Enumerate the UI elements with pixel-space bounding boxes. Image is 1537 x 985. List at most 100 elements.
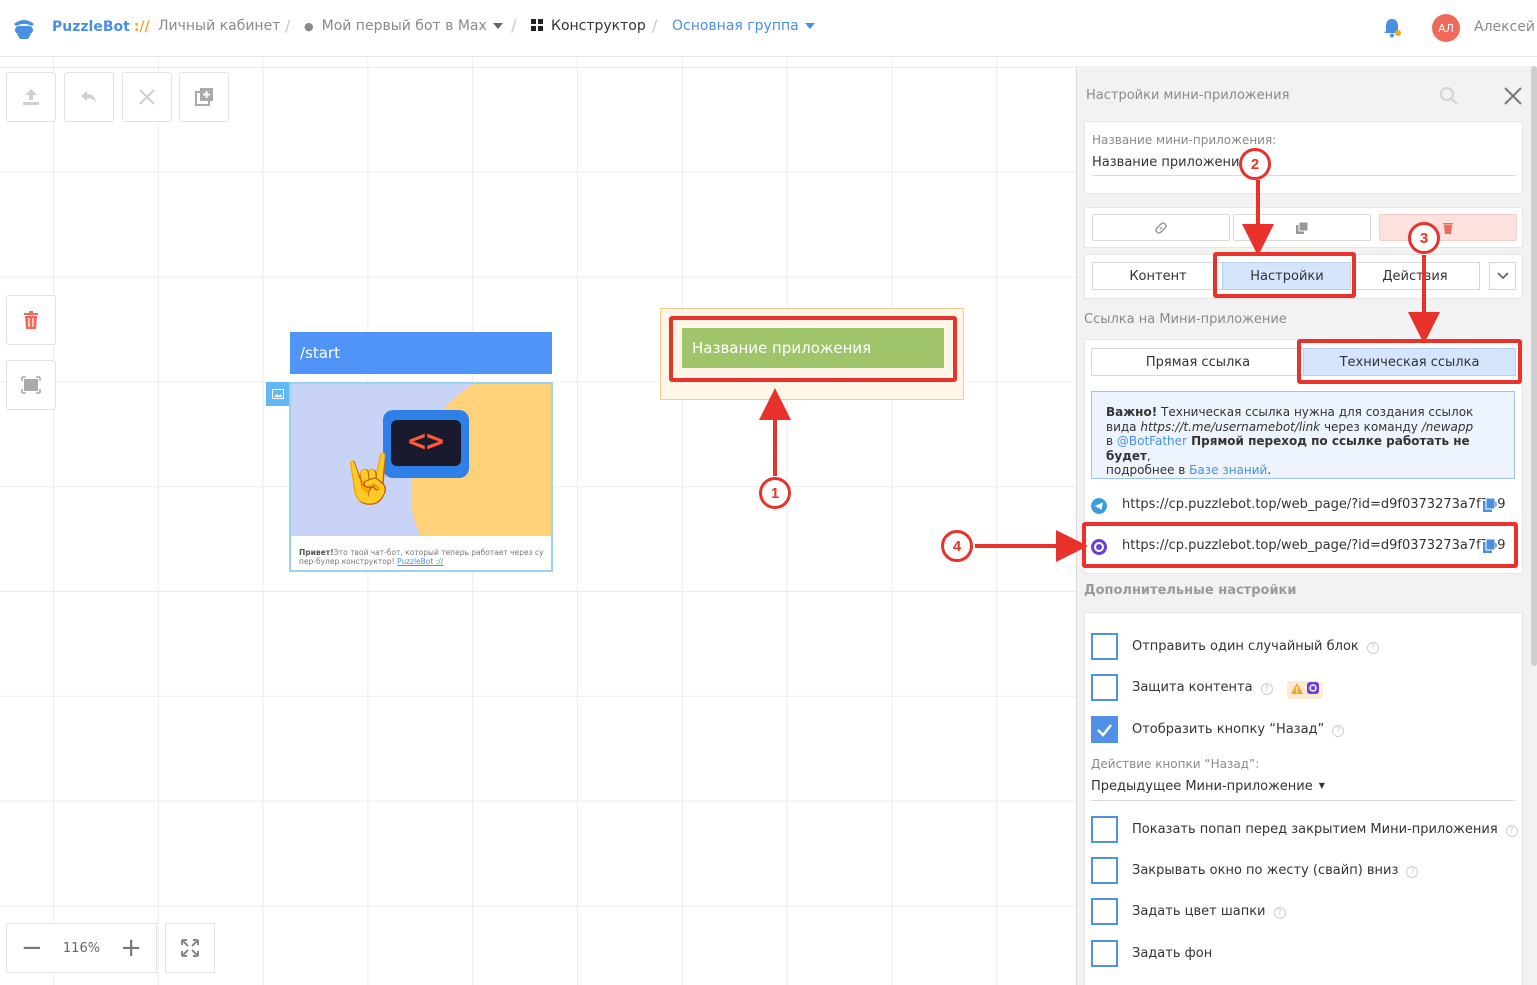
annotation-box-4 [1082, 522, 1518, 568]
card-link[interactable]: PuzzleBot :// [397, 557, 443, 566]
dropdown-caret-icon: ▼ [1318, 781, 1325, 790]
breadcrumb-separator: / [285, 16, 291, 35]
tabs-more-button[interactable] [1489, 262, 1516, 290]
delete-block-button[interactable] [1379, 214, 1517, 241]
start-block-card[interactable]: <> 🤘 Привет!Это твой чат-бот, который те… [289, 382, 553, 572]
link-section-title: Ссылка на Мини-приложение [1084, 312, 1287, 327]
undo-icon [81, 91, 96, 103]
zoom-level: 116% [62, 940, 101, 956]
constructor-canvas[interactable]: /start <> 🤘 Привет!Это твой чат-бот, кот… [0, 58, 1076, 985]
checkbox[interactable] [1091, 898, 1118, 925]
close-icon[interactable] [1501, 84, 1525, 108]
panel-scrollbar[interactable] [1531, 66, 1537, 666]
botfather-link[interactable]: @BotFather [1117, 434, 1187, 448]
bot-icon: ● [304, 20, 314, 33]
tab-direct-link[interactable]: Прямая ссылка [1091, 348, 1305, 376]
breadcrumb-cabinet[interactable]: Личный кабинет [158, 18, 280, 34]
annotation-number-1: 1 [759, 477, 791, 509]
back-action-select[interactable]: Предыдущее Мини-приложение ▼ [1091, 779, 1325, 794]
annotation-box-1 [669, 316, 957, 382]
breadcrumb-constructor[interactable]: Конструктор [531, 18, 646, 34]
annotation-number-2: 2 [1239, 148, 1271, 180]
max-icon [1306, 682, 1319, 694]
name-field-box: Название мини-приложения: Название прило… [1084, 121, 1523, 194]
group-selector[interactable]: Основная группа [672, 18, 815, 34]
tab-actions[interactable]: Действия [1350, 262, 1480, 290]
help-icon[interactable]: ? [1406, 866, 1419, 878]
chevron-down-icon [492, 23, 503, 29]
help-icon[interactable]: ? [1366, 642, 1379, 654]
checkbox[interactable] [1091, 633, 1118, 660]
telegram-icon [1091, 498, 1107, 514]
avatar[interactable]: АЛ [1432, 14, 1460, 42]
zoom-control: − 116% + [6, 923, 157, 973]
zoom-out-button[interactable]: − [21, 935, 43, 961]
copy-icon[interactable] [1482, 497, 1496, 513]
upload-icon [23, 89, 39, 105]
telegram-url[interactable]: https://cp.puzzlebot.top/web_page/?id=d9… [1122, 497, 1506, 512]
breadcrumb-bot[interactable]: ● Мой первый бот в Max [304, 18, 503, 34]
breadcrumb-separator: / [652, 16, 658, 35]
knowledge-base-link[interactable]: Базе знаний [1189, 463, 1267, 477]
add-block-button[interactable] [179, 72, 229, 122]
checkbox[interactable] [1091, 857, 1118, 884]
link-icon [1155, 221, 1167, 234]
close-icon [139, 89, 155, 105]
expand-icon [181, 939, 199, 957]
fit-view-button[interactable] [6, 360, 56, 410]
card-message-text: Привет!Это твой чат-бот, который теперь … [299, 548, 544, 566]
help-icon[interactable]: ? [1273, 907, 1286, 919]
annotation-box-3 [1297, 339, 1522, 384]
notification-bell-icon[interactable] [1382, 17, 1402, 39]
user-name[interactable]: Алексей [1474, 19, 1535, 35]
panel-title: Настройки мини-приложения [1086, 88, 1290, 103]
trash-icon [24, 311, 38, 329]
back-action-label: Действие кнопки “Назад”: [1091, 757, 1260, 771]
help-icon[interactable]: ? [1260, 683, 1273, 695]
technical-link-info: Важно! Техническая ссылка нужна для созд… [1091, 391, 1515, 479]
name-input[interactable]: Название приложения [1092, 155, 1247, 170]
image-type-icon [266, 382, 290, 406]
annotation-number-4: 4 [941, 530, 973, 562]
checkbox[interactable] [1091, 816, 1118, 843]
name-label: Название мини-приложения: [1092, 133, 1277, 147]
help-icon[interactable]: ? [1505, 825, 1518, 837]
extra-settings-box [1084, 612, 1523, 985]
block-actions-row [1084, 207, 1523, 248]
undo-button[interactable] [64, 72, 114, 122]
rock-hand-illustration: 🤘 [339, 451, 399, 507]
export-button[interactable] [6, 72, 56, 122]
checkbox[interactable] [1091, 940, 1118, 967]
zoom-in-button[interactable]: + [120, 935, 142, 961]
card-image: <> 🤘 [291, 384, 551, 536]
brand-name[interactable]: PuzzleBot:// [52, 19, 150, 35]
annotation-box-2 [1213, 252, 1356, 298]
copy-icon [1296, 221, 1309, 234]
tab-content[interactable]: Контент [1092, 262, 1224, 290]
fullscreen-button[interactable] [165, 923, 215, 973]
grid-icon [531, 19, 543, 31]
checkbox[interactable] [1091, 674, 1118, 701]
delete-tool-button[interactable] [6, 295, 56, 345]
extra-settings-title: Дополнительные настройки [1084, 583, 1297, 598]
chevron-down-icon [804, 23, 815, 29]
warning-icon [1290, 683, 1303, 694]
chevron-down-icon [1496, 272, 1509, 280]
puzzlebot-logo-icon[interactable] [10, 14, 38, 42]
trash-icon [1443, 222, 1453, 234]
copy-link-button[interactable] [1092, 214, 1230, 241]
telegram-url-row: https://cp.puzzlebot.top/web_page/?id=d9… [1091, 490, 1517, 522]
top-header: PuzzleBot:// Личный кабинет / ● Мой первы… [0, 0, 1537, 57]
duplicate-button[interactable] [1233, 214, 1371, 241]
frame-icon [21, 376, 41, 394]
check-icon [1097, 724, 1112, 737]
start-block-header[interactable]: /start [290, 332, 552, 374]
platform-badge [1286, 681, 1323, 699]
clear-button[interactable] [122, 72, 172, 122]
annotation-number-3: 3 [1408, 222, 1440, 254]
help-icon[interactable]: ? [1332, 725, 1345, 737]
checkbox-checked[interactable] [1091, 716, 1118, 743]
breadcrumb-separator: / [511, 16, 517, 35]
search-icon[interactable] [1439, 86, 1459, 106]
add-layer-icon [195, 88, 213, 106]
